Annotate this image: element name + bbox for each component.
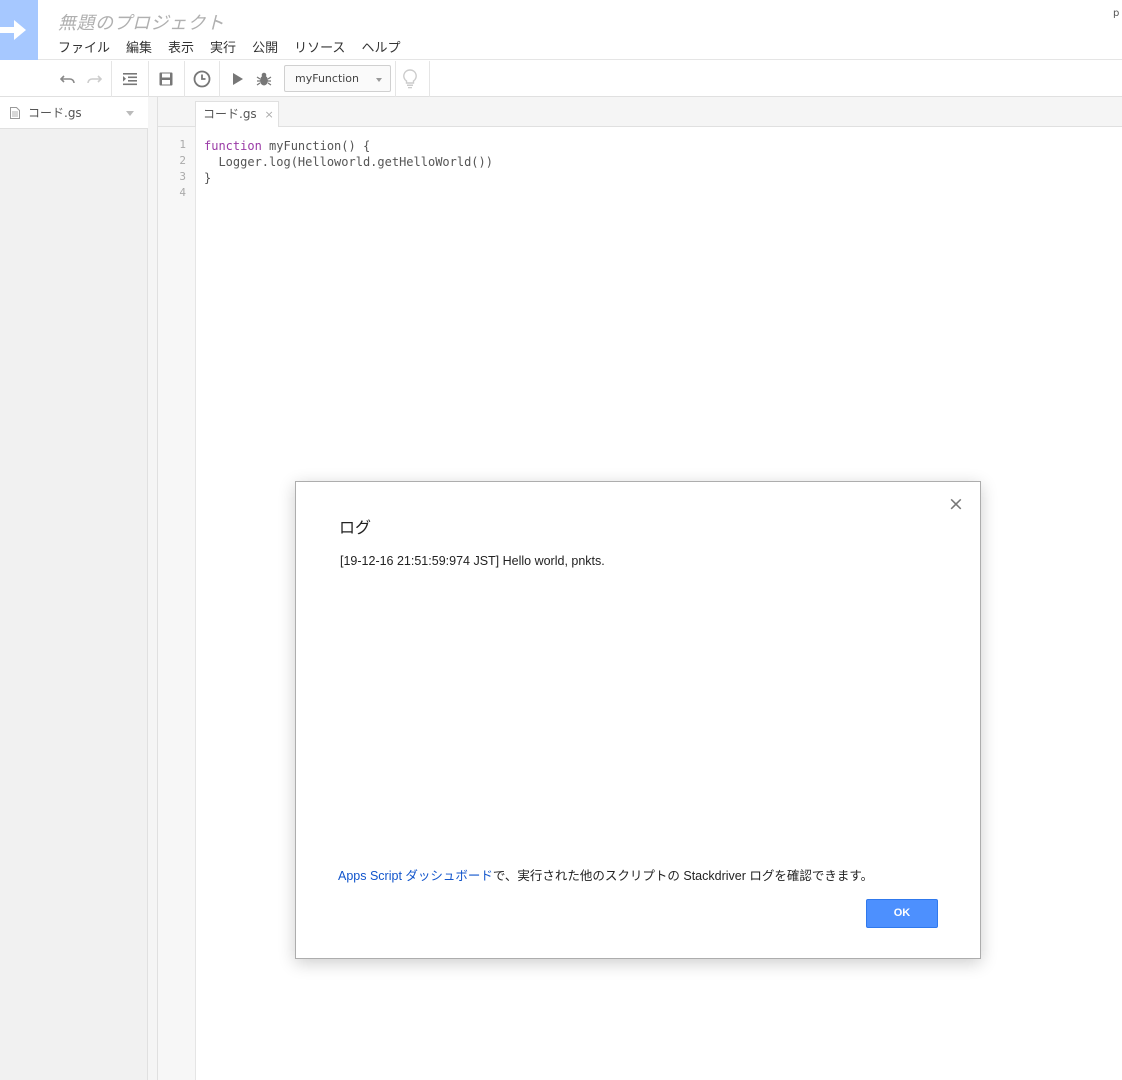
user-account[interactable]: p xyxy=(1113,8,1122,19)
toolbar-divider xyxy=(219,61,220,97)
menu-view[interactable]: 表示 xyxy=(168,37,194,56)
run-button[interactable] xyxy=(225,65,251,93)
chevron-down-icon xyxy=(376,78,382,82)
code-text: myFunction() { xyxy=(261,139,371,153)
indent-button[interactable] xyxy=(117,65,143,93)
code-text: } xyxy=(204,171,212,185)
line-number: 2 xyxy=(179,154,186,167)
ok-button[interactable]: OK xyxy=(866,899,938,928)
code-line: function myFunction() { xyxy=(204,138,493,154)
toolbar-divider xyxy=(111,61,112,97)
undo-button[interactable] xyxy=(55,65,81,93)
sidebar-file-item[interactable]: コード.gs xyxy=(0,97,148,129)
triggers-button[interactable] xyxy=(189,65,215,93)
code-line: Logger.log(Helloworld.getHelloWorld()) xyxy=(204,154,493,170)
menu-run[interactable]: 実行 xyxy=(210,37,236,56)
arrow-right-icon xyxy=(0,20,26,40)
close-icon[interactable]: × xyxy=(265,108,274,121)
file-icon xyxy=(10,106,20,119)
bug-icon xyxy=(256,72,272,86)
toolbar: myFunction xyxy=(0,61,1122,97)
line-number: 4 xyxy=(179,186,186,199)
lightbulb-icon xyxy=(403,69,417,89)
code-line: } xyxy=(204,170,493,186)
dialog-footer-text: Apps Script ダッシュボードで、実行された他のスクリプトの Stack… xyxy=(338,865,873,884)
apps-script-logo[interactable] xyxy=(0,0,38,60)
debug-button[interactable] xyxy=(251,65,277,93)
app-header: 無題のプロジェクト ファイル 編集 表示 実行 公開 リソース ヘルプ p xyxy=(0,0,1122,60)
code-keyword: function xyxy=(204,139,262,153)
code-editor[interactable]: function myFunction() { Logger.log(Hello… xyxy=(204,138,493,202)
menu-edit[interactable]: 編集 xyxy=(126,37,152,56)
log-entry: [19-12-16 21:51:59:974 JST] Hello world,… xyxy=(340,554,605,568)
function-select[interactable]: myFunction xyxy=(284,65,391,92)
play-icon xyxy=(233,73,243,85)
lightbulb-button[interactable] xyxy=(397,65,423,93)
footer-description: で、実行された他のスクリプトの Stackdriver ログを確認できます。 xyxy=(492,869,874,883)
tab-label: コード.gs xyxy=(203,107,257,121)
menu-publish[interactable]: 公開 xyxy=(252,37,278,56)
line-number: 1 xyxy=(179,138,186,151)
redo-button[interactable] xyxy=(81,65,107,93)
toolbar-divider xyxy=(184,61,185,97)
menu-resources[interactable]: リソース xyxy=(294,37,345,56)
menu-file[interactable]: ファイル xyxy=(58,37,110,56)
toolbar-divider xyxy=(429,61,430,97)
redo-icon xyxy=(87,75,102,84)
indent-icon xyxy=(123,73,137,86)
sidebar-file-name: コード.gs xyxy=(28,106,82,120)
file-sidebar: コード.gs xyxy=(0,97,148,1080)
project-title[interactable]: 無題のプロジェクト xyxy=(58,9,225,35)
toolbar-divider xyxy=(148,61,149,97)
apps-script-dashboard-link[interactable]: Apps Script ダッシュボード xyxy=(338,869,493,883)
sidebar-resize-handle[interactable] xyxy=(148,97,158,1080)
menu-bar: ファイル 編集 表示 実行 公開 リソース ヘルプ xyxy=(58,37,416,56)
menu-help[interactable]: ヘルプ xyxy=(361,37,400,56)
clock-icon xyxy=(193,70,211,88)
dialog-title: ログ xyxy=(339,518,372,537)
close-icon[interactable]: × xyxy=(946,494,966,514)
line-number-gutter: 1 2 3 4 xyxy=(158,127,196,1080)
function-select-value: myFunction xyxy=(295,72,360,85)
code-text: Logger.log(Helloworld.getHelloWorld()) xyxy=(204,155,493,169)
chevron-down-icon[interactable] xyxy=(126,111,134,116)
save-button[interactable] xyxy=(153,65,179,93)
save-icon xyxy=(159,72,173,86)
line-number: 3 xyxy=(179,170,186,183)
log-dialog: ログ × [19-12-16 21:51:59:974 JST] Hello w… xyxy=(295,481,981,959)
editor-tab-bar: コード.gs × xyxy=(158,97,1122,127)
undo-icon xyxy=(60,75,75,84)
toolbar-divider xyxy=(395,61,396,97)
tab-code-gs[interactable]: コード.gs × xyxy=(195,101,279,127)
